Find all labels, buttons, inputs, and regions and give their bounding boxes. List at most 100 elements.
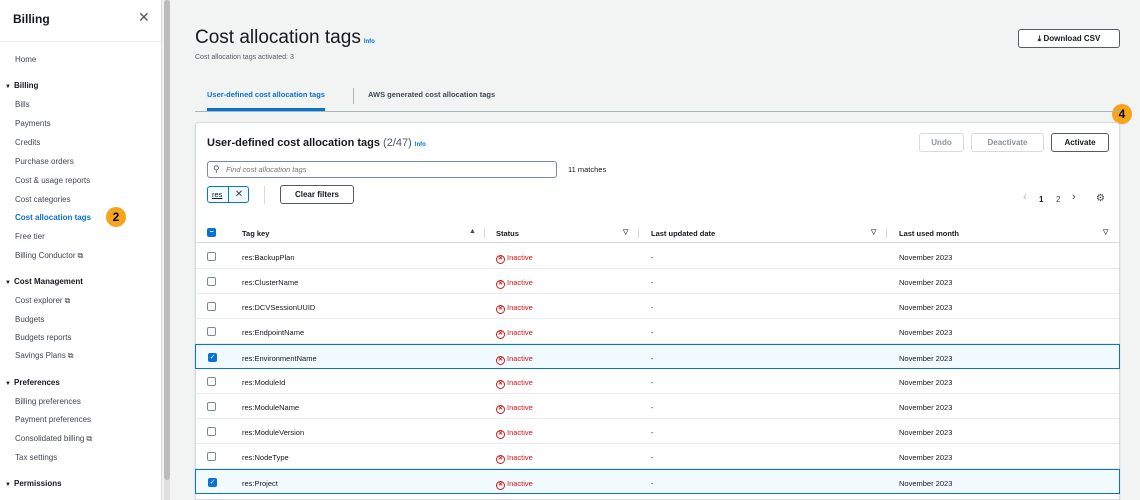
sidebar-item-payments[interactable]: Payments: [15, 119, 51, 128]
page-2-button[interactable]: 2: [1056, 195, 1060, 204]
clear-filters-button[interactable]: Clear filters: [280, 185, 354, 204]
row-checkbox[interactable]: ✓: [208, 353, 217, 362]
table-row[interactable]: res:NodeType ✕ Inactive - November 2023: [196, 444, 1119, 469]
tag-key-cell: res:EnvironmentName: [242, 354, 317, 363]
table-row[interactable]: res:BackupPlan ✕ Inactive - November 2023: [196, 244, 1119, 269]
table-row[interactable]: res:ModuleId ✕ Inactive - November 2023: [196, 369, 1119, 394]
row-checkbox[interactable]: [207, 277, 216, 286]
column-divider: [484, 228, 485, 238]
sidebar-item-payment-preferences[interactable]: Payment preferences: [15, 415, 91, 424]
search-field[interactable]: ⚲: [207, 161, 557, 178]
row-checkbox[interactable]: ✓: [208, 478, 217, 487]
status-cell: ✕ Inactive: [496, 278, 533, 289]
sidebar-section-permissions[interactable]: ▼ Permissions: [5, 479, 62, 488]
search-input[interactable]: [226, 163, 546, 176]
scrollbar-thumb[interactable]: [164, 0, 170, 480]
column-status[interactable]: Status: [496, 229, 519, 238]
page-1-button[interactable]: 1: [1039, 195, 1043, 204]
sidebar-item-home[interactable]: Home: [15, 55, 36, 64]
sidebar-section-billing[interactable]: ▼ Billing: [5, 81, 38, 90]
sort-ascending-icon[interactable]: ▲: [469, 228, 476, 235]
table-row[interactable]: res:EndpointName ✕ Inactive - November 2023: [196, 319, 1119, 344]
last-updated-cell: -: [651, 378, 654, 387]
tags-table-panel: User-defined cost allocation tags (2/47)…: [195, 122, 1120, 500]
sidebar-item-consolidated-billing[interactable]: Consolidated billing ⧉: [15, 434, 92, 444]
row-checkbox[interactable]: [207, 402, 216, 411]
table-row[interactable]: res:ModuleVersion ✕ Inactive - November 2023: [196, 419, 1119, 444]
last-used-cell: November 2023: [899, 278, 953, 287]
sidebar-item-budgets-reports[interactable]: Budgets reports: [15, 333, 71, 342]
sidebar-item-purchase-orders[interactable]: Purchase orders: [15, 157, 74, 166]
info-link[interactable]: Info: [415, 142, 426, 148]
column-tag-key[interactable]: Tag key: [242, 229, 269, 238]
sidebar-item-cost-categories[interactable]: Cost categories: [15, 195, 71, 204]
last-used-cell: November 2023: [899, 378, 953, 387]
table-row[interactable]: res:DCVSessionUUID ✕ Inactive - November 202…: [196, 294, 1119, 319]
table-row[interactable]: res:ModuleName ✕ Inactive - November 2023: [196, 394, 1119, 419]
sidebar-item-billing-conductor[interactable]: Billing Conductor ⧉: [15, 251, 83, 261]
table-row[interactable]: ✓ res:EnvironmentName ✕ Inactive - November 2…: [195, 344, 1120, 369]
prev-page-icon[interactable]: ‹: [1023, 191, 1027, 203]
last-used-cell: November 2023: [899, 328, 953, 337]
sidebar-section-preferences[interactable]: ▼ Preferences: [5, 378, 60, 387]
sidebar-section-cost-management[interactable]: ▼ Cost Management: [5, 277, 83, 286]
undo-button[interactable]: Undo: [919, 133, 964, 152]
tab-aws-generated[interactable]: AWS generated cost allocation tags: [368, 84, 495, 111]
close-icon[interactable]: ✕: [138, 9, 150, 26]
sidebar-item-bills[interactable]: Bills: [15, 100, 30, 109]
remove-filter-icon[interactable]: ✕: [228, 186, 249, 203]
sidebar-item-cost-usage-reports[interactable]: Cost & usage reports: [15, 176, 90, 185]
tag-key-cell: res:ModuleVersion: [242, 428, 305, 437]
status-cell: ✕ Inactive: [496, 328, 533, 339]
sort-icon[interactable]: ▽: [871, 228, 876, 236]
sort-icon[interactable]: ▽: [623, 228, 628, 236]
column-last-updated[interactable]: Last updated date: [651, 229, 715, 238]
error-status-icon: ✕: [496, 330, 505, 339]
tag-key-cell: res:ModuleName: [242, 403, 300, 412]
last-used-cell: November 2023: [899, 428, 953, 437]
sidebar-item-savings-plans[interactable]: Savings Plans ⧉: [15, 351, 73, 361]
status-cell: ✕ Inactive: [496, 403, 533, 414]
sidebar-title: Billing: [13, 12, 50, 26]
column-last-used[interactable]: Last used month: [899, 229, 959, 238]
last-updated-cell: -: [651, 354, 654, 363]
page-subtitle: Cost allocation tags activated: 3: [195, 54, 294, 61]
info-link[interactable]: Info: [364, 39, 375, 45]
caret-down-icon: ▼: [5, 84, 11, 90]
row-checkbox[interactable]: [207, 327, 216, 336]
error-status-icon: ✕: [496, 305, 505, 314]
last-used-cell: November 2023: [899, 354, 953, 363]
error-status-icon: ✕: [496, 280, 505, 289]
download-csv-button[interactable]: ⤓ Download CSV: [1018, 29, 1120, 48]
external-link-icon: ⧉: [67, 351, 74, 360]
sidebar-item-cost-explorer[interactable]: Cost explorer ⧉: [15, 296, 70, 306]
sidebar-item-credits[interactable]: Credits: [15, 138, 40, 147]
tag-key-cell: res:ClusterName: [242, 278, 299, 287]
select-all-checkbox[interactable]: −: [207, 228, 216, 237]
caret-down-icon: ▼: [5, 482, 11, 488]
row-checkbox[interactable]: [207, 427, 216, 436]
filter-token-label: res: [212, 190, 223, 199]
row-checkbox[interactable]: [207, 377, 216, 386]
table-row[interactable]: res:ClusterName ✕ Inactive - November 2023: [196, 269, 1119, 294]
deactivate-button[interactable]: Deactivate: [971, 133, 1044, 152]
annotation-badge-2: 2: [106, 207, 126, 227]
row-checkbox[interactable]: [207, 302, 216, 311]
sidebar-item-billing-preferences[interactable]: Billing preferences: [15, 397, 81, 406]
table-row[interactable]: ✓ res:Project ✕ Inactive - November 2023: [195, 469, 1120, 494]
tab-user-defined[interactable]: User-defined cost allocation tags: [207, 84, 325, 111]
settings-gear-icon[interactable]: ⚙: [1096, 193, 1105, 204]
row-checkbox[interactable]: [207, 252, 216, 261]
column-divider: [886, 228, 887, 238]
sidebar-item-budgets[interactable]: Budgets: [15, 315, 44, 324]
sidebar-scrollbar[interactable]: [164, 0, 170, 500]
sidebar-item-tax-settings[interactable]: Tax settings: [15, 453, 57, 462]
next-page-icon[interactable]: ›: [1072, 191, 1076, 203]
status-cell: ✕ Inactive: [496, 253, 533, 264]
activate-button[interactable]: Activate: [1051, 133, 1109, 152]
row-checkbox[interactable]: [207, 452, 216, 461]
status-cell: ✕ Inactive: [496, 453, 533, 464]
sidebar-item-free-tier[interactable]: Free tier: [15, 232, 45, 241]
sort-icon[interactable]: ▽: [1103, 228, 1108, 236]
sidebar-item-cost-allocation-tags[interactable]: Cost allocation tags: [15, 213, 91, 222]
